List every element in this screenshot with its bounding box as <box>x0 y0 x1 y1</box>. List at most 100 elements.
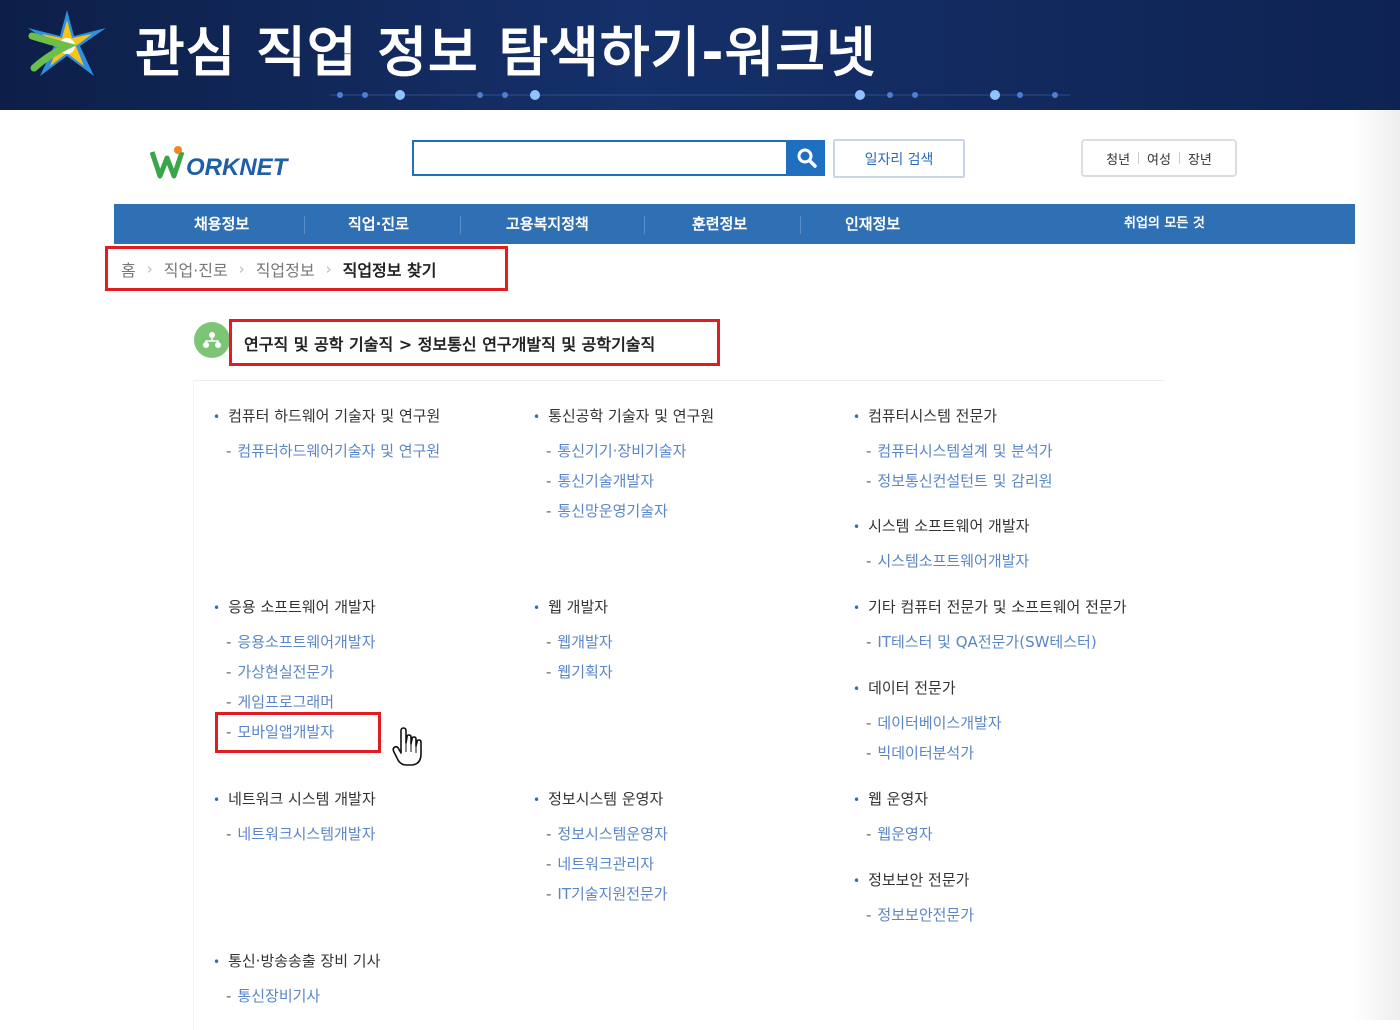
job-link[interactable]: - 웹기획자 <box>533 662 613 682</box>
circuit-decoration <box>330 90 1070 100</box>
job-link[interactable]: - 게임프로그래머 <box>213 692 376 712</box>
chevron-right-icon: › <box>238 259 245 278</box>
chevron-right-icon: › <box>325 259 332 278</box>
job-group: • 네트워크 시스템 개발자 - 네트워크시스템개발자 <box>213 789 376 844</box>
divider <box>1138 152 1140 164</box>
job-link[interactable]: - 정보시스템운영자 <box>533 824 668 844</box>
job-group: • 데이터 전문가 - 데이터베이스개발자 - 빅데이터분석가 <box>853 678 1002 763</box>
breadcrumb: 홈 › 직업·진로 › 직업정보 › 직업정보 찾기 <box>105 246 508 291</box>
nav-item-recruit[interactable]: 채용정보 <box>194 204 249 244</box>
group-title[interactable]: • 응용 소프트웨어 개발자 <box>213 597 376 617</box>
job-group: • 웹 개발자 - 웹개발자 - 웹기획자 <box>533 597 613 682</box>
group-title[interactable]: • 기타 컴퓨터 전문가 및 소프트웨어 전문가 <box>853 597 1127 617</box>
search-button[interactable] <box>788 140 825 176</box>
lecture-banner: 관심 직업 정보 탐색하기-워크넷 <box>0 0 1400 110</box>
main-navigation: 채용정보 직업·진로 고용복지정책 훈련정보 인재정보 취업의 모든 것 <box>114 204 1355 244</box>
nav-all-menu[interactable]: 취업의 모든 것 <box>1124 204 1205 244</box>
job-link[interactable]: - 통신장비기사 <box>213 986 380 1006</box>
nav-item-talent[interactable]: 인재정보 <box>845 204 900 244</box>
job-group: • 정보보안 전문가 - 정보보안전문가 <box>853 870 974 925</box>
bullet-icon: • <box>853 793 861 807</box>
job-link[interactable]: - 시스템소프트웨어개발자 <box>853 551 1029 571</box>
job-link[interactable]: - 네트워크시스템개발자 <box>213 824 376 844</box>
group-title[interactable]: • 컴퓨터 하드웨어 기술자 및 연구원 <box>213 406 440 426</box>
worknet-page: ORKNET 일자리 검색 청년 여성 장년 채용정보 직업·진로 고용복지정책… <box>0 110 1400 1030</box>
page-edge-shadow <box>1352 110 1400 1020</box>
group-title[interactable]: • 정보시스템 운영자 <box>533 789 668 809</box>
bullet-icon: • <box>213 955 221 969</box>
nav-item-training[interactable]: 훈련정보 <box>692 204 747 244</box>
group-title[interactable]: • 시스템 소프트웨어 개발자 <box>853 516 1029 536</box>
divider <box>460 216 461 234</box>
job-link[interactable]: - 네트워크관리자 <box>533 854 668 874</box>
group-title[interactable]: • 컴퓨터시스템 전문가 <box>853 406 1053 426</box>
banner-title: 관심 직업 정보 탐색하기-워크넷 <box>135 21 877 84</box>
nav-item-welfare[interactable]: 고용복지정책 <box>506 204 589 244</box>
job-link[interactable]: - 통신기술개발자 <box>533 471 714 491</box>
bullet-icon: • <box>533 601 541 615</box>
search-icon <box>797 148 817 168</box>
bullet-icon: • <box>853 410 861 424</box>
job-link[interactable]: - 통신기기·장비기술자 <box>533 441 714 461</box>
job-link[interactable]: - 응용소프트웨어개발자 <box>213 632 376 652</box>
target-link-senior[interactable]: 장년 <box>1188 149 1212 168</box>
job-link[interactable]: - 컴퓨터하드웨어기술자 및 연구원 <box>213 441 440 461</box>
job-link[interactable]: - 웹운영자 <box>853 824 933 844</box>
bullet-icon: • <box>853 682 861 696</box>
job-group: • 통신·방송송출 장비 기사 - 통신장비기사 <box>213 951 380 1006</box>
target-link-youth[interactable]: 청년 <box>1106 149 1130 168</box>
job-group: • 정보시스템 운영자 - 정보시스템운영자 - 네트워크관리자 - IT기술지원전문가 <box>533 789 668 904</box>
category-title: 연구직 및 공학 기술직 > 정보통신 연구개발직 및 공학기술직 <box>229 319 720 366</box>
job-link[interactable]: - 가상현실전문가 <box>213 662 376 682</box>
group-title[interactable]: • 웹 운영자 <box>853 789 933 809</box>
breadcrumb-current: 직업정보 찾기 <box>342 260 437 280</box>
worknet-logo[interactable]: ORKNET <box>150 142 295 182</box>
job-link[interactable]: - IT기술지원전문가 <box>533 884 668 904</box>
breadcrumb-job-info[interactable]: 직업정보 <box>256 257 315 281</box>
divider <box>644 216 645 234</box>
job-link[interactable]: - 정보보안전문가 <box>853 905 974 925</box>
job-group: • 컴퓨터 하드웨어 기술자 및 연구원 - 컴퓨터하드웨어기술자 및 연구원 <box>213 406 440 461</box>
breadcrumb-career[interactable]: 직업·진로 <box>164 257 228 281</box>
job-link[interactable]: - 정보통신컨설턴트 및 감리원 <box>853 471 1053 491</box>
bullet-icon: • <box>213 601 221 615</box>
job-link[interactable]: - 데이터베이스개발자 <box>853 713 1002 733</box>
bullet-icon: • <box>213 410 221 424</box>
group-title[interactable]: • 통신공학 기술자 및 연구원 <box>533 406 714 426</box>
group-title[interactable]: • 통신·방송송출 장비 기사 <box>213 951 380 971</box>
chevron-right-icon: › <box>146 259 153 278</box>
org-chart-icon <box>194 322 230 358</box>
target-user-links: 청년 여성 장년 <box>1081 139 1237 177</box>
bullet-icon: • <box>853 601 861 615</box>
hand-cursor-icon <box>392 727 422 766</box>
job-group: • 기타 컴퓨터 전문가 및 소프트웨어 전문가 - IT테스터 및 QA전문가(S… <box>853 597 1127 652</box>
group-title[interactable]: • 정보보안 전문가 <box>853 870 974 890</box>
job-link[interactable]: - 컴퓨터시스템설계 및 분석가 <box>853 441 1053 461</box>
group-title[interactable]: • 웹 개발자 <box>533 597 613 617</box>
star-people-logo-icon <box>28 10 106 76</box>
job-group: • 웹 운영자 - 웹운영자 <box>853 789 933 844</box>
job-link[interactable]: - 빅데이터분석가 <box>853 743 1002 763</box>
svg-text:ORKNET: ORKNET <box>186 154 290 181</box>
bullet-icon: • <box>533 410 541 424</box>
job-link[interactable]: - 통신망운영기술자 <box>533 501 714 521</box>
divider <box>304 216 305 234</box>
job-group: • 통신공학 기술자 및 연구원 - 통신기기·장비기술자 - 통신기술개발자 - 통신… <box>533 406 714 521</box>
job-group: • 컴퓨터시스템 전문가 - 컴퓨터시스템설계 및 분석가 - 정보통신컨설턴트 및 … <box>853 406 1053 491</box>
job-group: • 시스템 소프트웨어 개발자 - 시스템소프트웨어개발자 <box>853 516 1029 571</box>
target-link-women[interactable]: 여성 <box>1147 149 1171 168</box>
search-input[interactable] <box>412 140 788 176</box>
job-link[interactable]: - IT테스터 및 QA전문가(SW테스터) <box>853 632 1127 652</box>
divider <box>800 216 801 234</box>
group-title[interactable]: • 데이터 전문가 <box>853 678 1002 698</box>
nav-item-career[interactable]: 직업·진로 <box>348 204 409 244</box>
bullet-icon: • <box>533 793 541 807</box>
group-title[interactable]: • 네트워크 시스템 개발자 <box>213 789 376 809</box>
bullet-icon: • <box>213 793 221 807</box>
bullet-icon: • <box>853 874 861 888</box>
job-search-button[interactable]: 일자리 검색 <box>833 139 965 178</box>
divider <box>1178 152 1180 164</box>
job-link[interactable]: - 웹개발자 <box>533 632 613 652</box>
bullet-icon: • <box>853 520 861 534</box>
breadcrumb-home[interactable]: 홈 <box>121 257 136 281</box>
